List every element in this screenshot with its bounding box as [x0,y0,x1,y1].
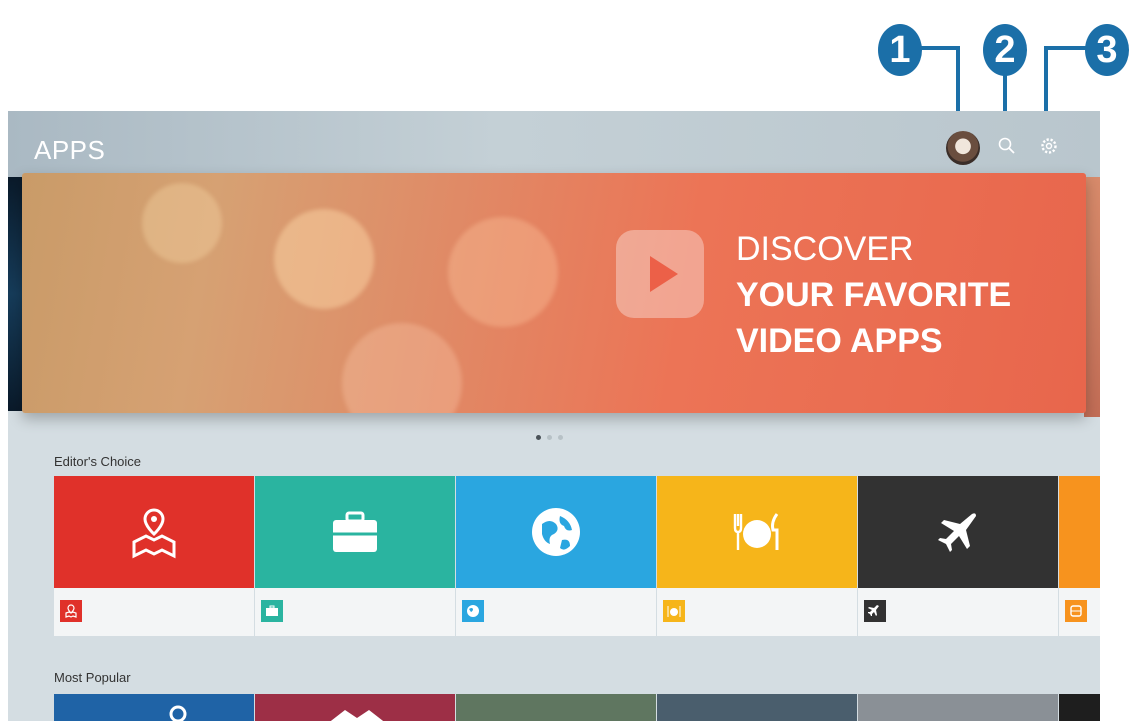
briefcase-icon [333,511,377,552]
app-tile-briefcase[interactable] [255,476,455,588]
settings-icon[interactable] [1038,135,1060,157]
app-info-row [858,588,1058,636]
dining-icon [663,600,685,622]
search-icon[interactable] [996,135,1018,157]
globe-icon [462,600,484,622]
section-label-most-popular: Most Popular [54,670,131,685]
page-dot[interactable] [558,435,563,440]
top-bar: APPS [8,111,1100,177]
app-tile-airplane[interactable] [858,476,1058,588]
banner-bokeh [142,183,222,263]
promo-banner[interactable]: DISCOVER YOUR FAVORITE VIDEO APPS [22,173,1086,413]
app-info-row [1059,588,1100,636]
page-indicator [536,427,569,445]
callout-2: 2 [983,24,1027,76]
page-dot[interactable] [547,435,552,440]
callout-1: 1 [878,24,922,76]
popular-tile[interactable] [657,694,857,721]
globe-icon [532,508,580,556]
app-info-row [54,588,254,636]
banner-bokeh [448,217,558,327]
section-label-editors-choice: Editor's Choice [54,454,142,469]
popular-tile[interactable] [54,694,254,721]
next-banner-peek[interactable] [1084,177,1100,417]
airplane-icon [864,600,886,622]
map-pin-icon [169,705,187,721]
app-tile-globe[interactable] [456,476,656,588]
app-tile-bus[interactable] [1059,476,1100,588]
airplane-icon [938,513,976,552]
banner-line-3: VIDEO APPS [736,322,943,360]
popular-tile[interactable] [1059,694,1100,721]
play-icon [616,230,704,318]
popular-tile[interactable] [858,694,1058,721]
banner-line-1: DISCOVER [736,230,914,268]
map-pin-icon [60,600,82,622]
bus-icon [1065,600,1087,622]
callout-connector [1044,46,1086,50]
banner-line-2: YOUR FAVORITE [736,276,1012,314]
profile-avatar[interactable] [946,131,980,165]
callout-connector [920,46,960,50]
book-icon [330,710,384,721]
app-tile-map[interactable] [54,476,254,588]
tv-screen: APPS DISCOVER YOUR FAVORITE VIDEO APPS E… [8,111,1100,721]
app-info-row [255,588,455,636]
popular-tile[interactable] [255,694,455,721]
dining-icon [733,513,779,550]
map-pin-icon [132,508,176,559]
app-tile-dining[interactable] [657,476,857,588]
banner-bokeh [274,209,374,309]
app-info-row [456,588,656,636]
banner-bokeh [342,323,462,413]
page-title: APPS [34,135,106,165]
page-dot[interactable] [536,435,541,440]
app-info-row [657,588,857,636]
briefcase-icon [261,600,283,622]
popular-tile[interactable] [456,694,656,721]
callout-3: 3 [1085,24,1129,76]
